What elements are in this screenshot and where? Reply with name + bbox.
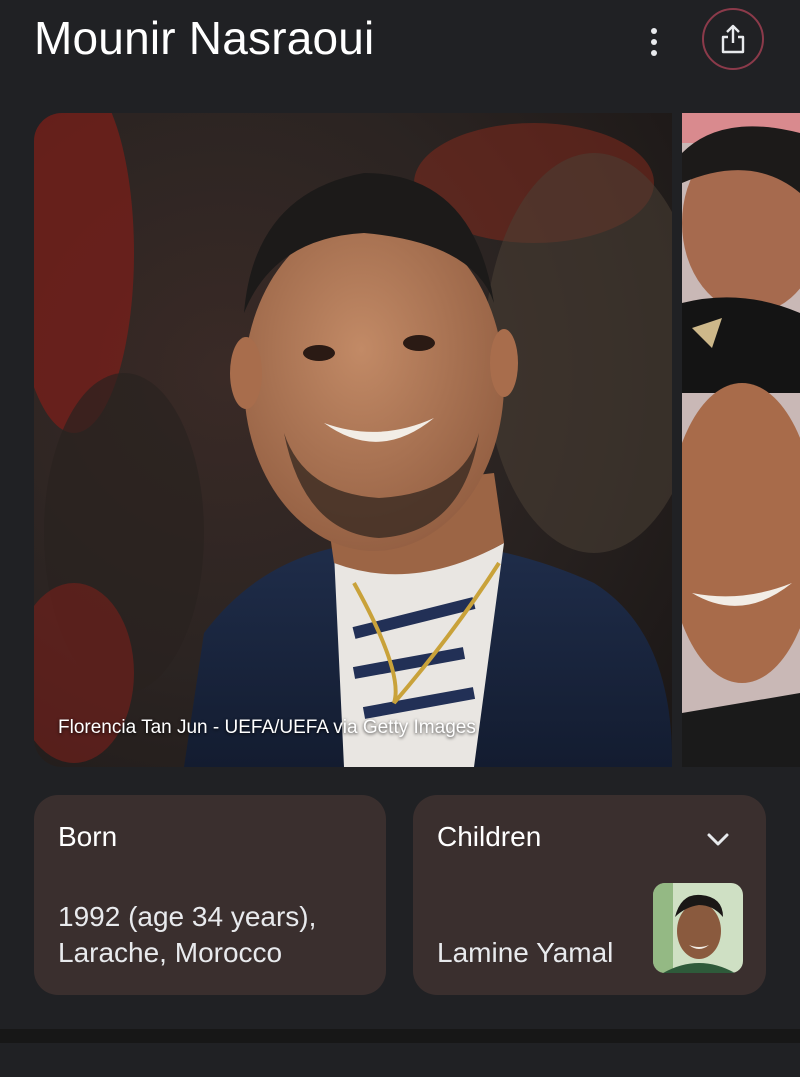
- knowledge-panel: Mounir Nasraoui Florencia Tan Jun - UEFA…: [0, 0, 800, 1077]
- born-card[interactable]: Born 1992 (age 34 years), Larache, Moroc…: [34, 795, 386, 995]
- more-vert-icon: [651, 28, 657, 56]
- page-title: Mounir Nasraoui: [34, 12, 375, 64]
- born-value: 1992 (age 34 years), Larache, Morocco: [58, 901, 317, 968]
- person-photo: [682, 113, 800, 767]
- child-name[interactable]: Lamine Yamal: [437, 935, 613, 971]
- person-photo: [34, 113, 672, 767]
- children-label: Children: [437, 821, 542, 852]
- share-button[interactable]: [702, 8, 764, 70]
- main-photo[interactable]: Florencia Tan Jun - UEFA/UEFA via Getty …: [34, 113, 672, 767]
- next-section: [0, 1043, 800, 1077]
- person-photo: [653, 883, 743, 973]
- share-icon: [721, 24, 745, 54]
- section-divider: [0, 1029, 800, 1043]
- chevron-down-icon[interactable]: [704, 825, 732, 853]
- children-card[interactable]: Children Lamine Yamal: [413, 795, 766, 995]
- secondary-photo[interactable]: [682, 113, 800, 767]
- photo-credit: Florencia Tan Jun - UEFA/UEFA via Getty …: [58, 717, 476, 738]
- born-label: Born: [58, 821, 118, 852]
- more-options-button[interactable]: [634, 22, 674, 62]
- child-thumbnail[interactable]: [653, 883, 743, 973]
